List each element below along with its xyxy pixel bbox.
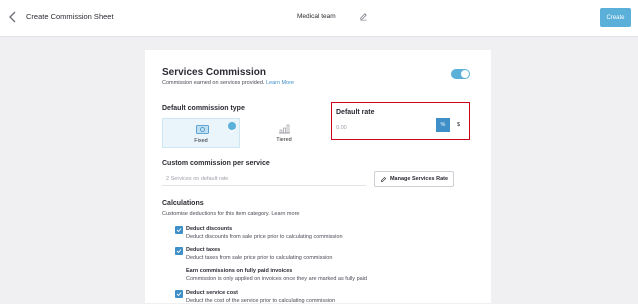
commission-type-label: Default commission type: [162, 105, 245, 112]
pencil-icon: [381, 176, 386, 182]
commission-panel: Services Commission Commission earned on…: [145, 50, 491, 304]
fixed-option[interactable]: Fixed: [162, 118, 240, 148]
default-rate-input[interactable]: 0.00: [336, 125, 347, 131]
calculations-subtitle: Customise deductions for this item categ…: [162, 211, 300, 217]
services-rate-input[interactable]: 2 Services on default rate: [162, 172, 366, 186]
dollar-toggle-button[interactable]: $: [457, 122, 460, 128]
default-rate-label: Default rate: [336, 109, 375, 116]
deduct-discounts-desc: Deduct discounts from sale price prior t…: [186, 234, 343, 240]
services-subtitle: Commission earned on services provided. …: [162, 80, 295, 86]
deduct-taxes-title: Deduct taxes: [186, 247, 221, 253]
default-rate-box: Default rate 0.00 % $: [331, 102, 470, 140]
deduct-discounts-checkbox[interactable]: [175, 226, 183, 234]
percent-toggle-button[interactable]: %: [436, 118, 450, 132]
tiered-label: Tiered: [276, 137, 292, 143]
bar-chart-icon: [279, 124, 290, 134]
back-arrow-icon[interactable]: [6, 10, 20, 24]
fully-paid-invoices-title: Earn commissions on fully paid invoices: [186, 268, 293, 274]
services-toggle[interactable]: [451, 69, 470, 79]
fully-paid-invoices-desc: Commission is only applied on invoices o…: [186, 276, 367, 282]
deduct-taxes-checkbox[interactable]: [175, 247, 183, 255]
create-button[interactable]: Create: [600, 8, 631, 27]
services-heading: Services Commission: [162, 67, 266, 78]
manage-services-rate-button[interactable]: Manage Services Rate: [374, 171, 454, 187]
top-bar: Create Commission Sheet Medical team Cre…: [0, 0, 638, 37]
deduct-service-cost-checkbox[interactable]: [175, 290, 183, 298]
fixed-label: Fixed: [194, 138, 208, 144]
deduct-service-cost-title: Deduct service cost: [186, 290, 238, 296]
selected-check-icon: [228, 122, 236, 134]
page-title: Create Commission Sheet: [26, 12, 114, 21]
calculations-label: Calculations: [162, 200, 204, 207]
deduct-discounts-title: Deduct discounts: [186, 226, 233, 232]
toggle-knob: [461, 70, 469, 78]
pencil-icon[interactable]: [359, 12, 368, 21]
manage-services-rate-label: Manage Services Rate: [389, 176, 449, 182]
deduct-service-cost-desc: Deduct the cost of the service prior to …: [186, 298, 336, 304]
custom-commission-label: Custom commission per service: [162, 160, 270, 167]
tiered-option[interactable]: Tiered: [245, 118, 323, 148]
team-name: Medical team: [297, 13, 336, 20]
cash-icon: [196, 125, 209, 134]
learn-more-link[interactable]: Learn More: [266, 80, 294, 86]
deduct-taxes-desc: Deduct taxes from sale price prior to ca…: [186, 255, 333, 261]
